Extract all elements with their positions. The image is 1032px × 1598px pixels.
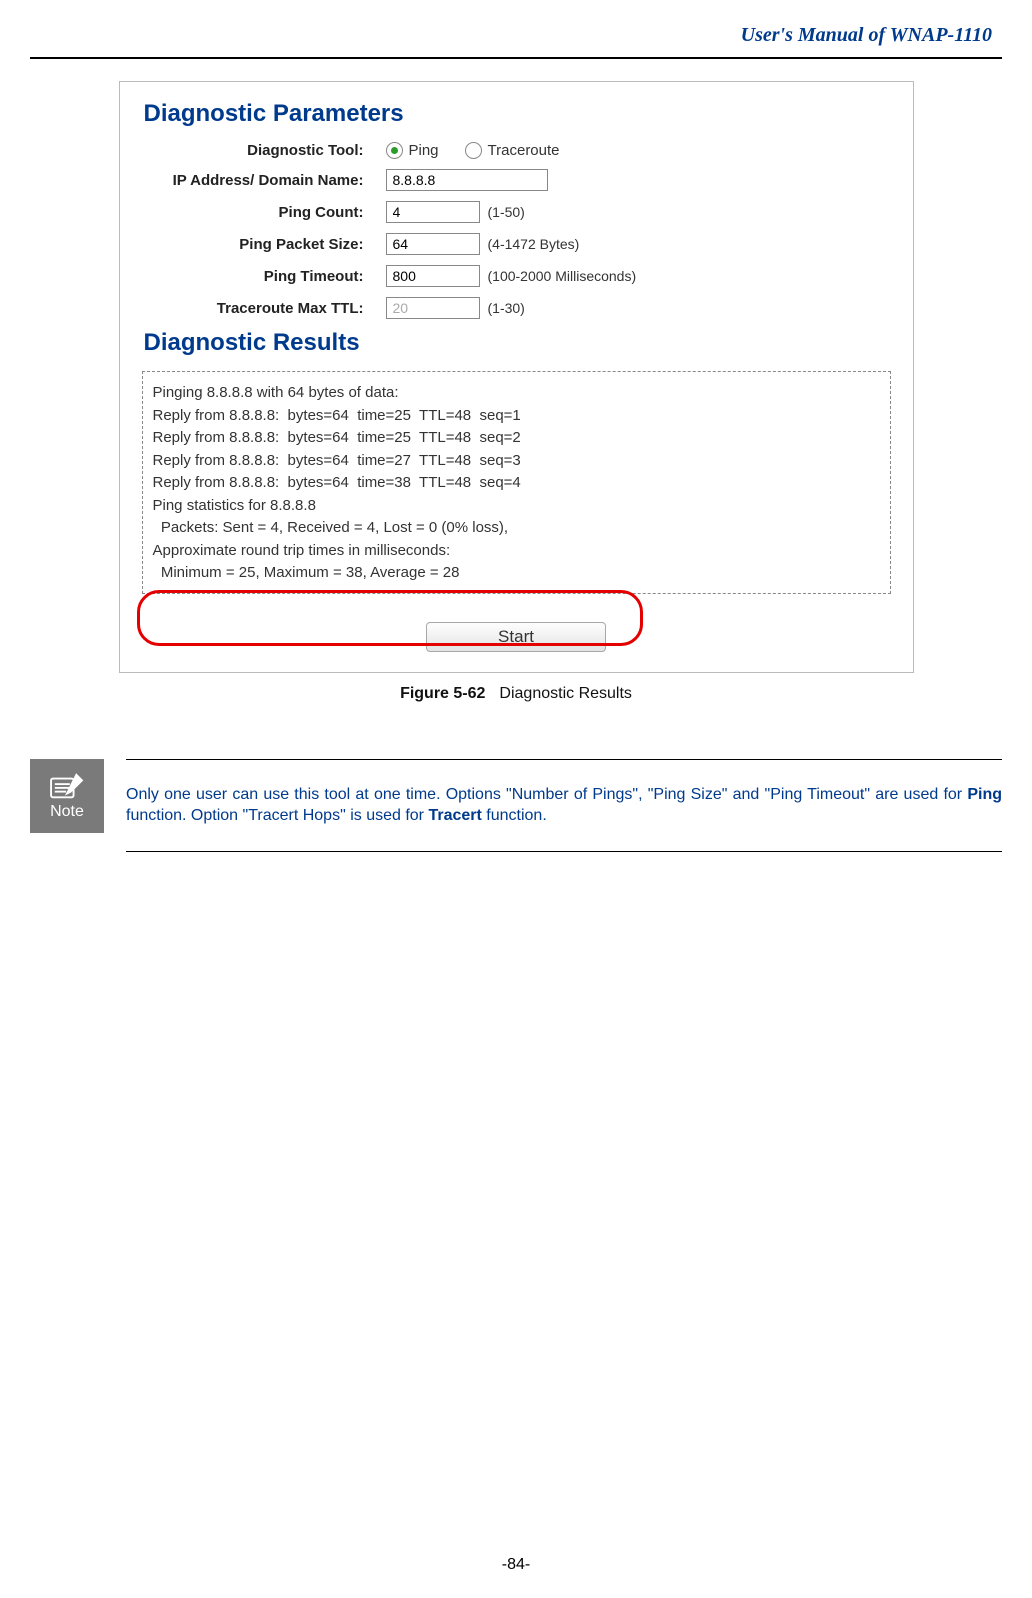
result-line: Approximate round trip times in millisec… — [153, 540, 880, 563]
diagnostic-tool-label: Diagnostic Tool: — [138, 142, 386, 159]
row-ping-timeout: Ping Timeout: (100-2000 Milliseconds) — [138, 265, 895, 287]
start-button[interactable]: Start — [426, 622, 606, 652]
ping-timeout-label: Ping Timeout: — [138, 268, 386, 285]
results-heading: Diagnostic Results — [144, 329, 895, 357]
row-traceroute-ttl: Traceroute Max TTL: (1-30) — [138, 297, 895, 319]
header-rule — [30, 57, 1002, 59]
figure-number: Figure 5-62 — [400, 685, 485, 702]
page-number: -84- — [0, 1556, 1032, 1574]
ping-timeout-hint: (100-2000 Milliseconds) — [488, 268, 637, 284]
row-ip: IP Address/ Domain Name: — [138, 169, 895, 191]
radio-ping[interactable]: Ping — [386, 142, 439, 159]
note-label: Note — [50, 803, 84, 821]
radio-ping-label: Ping — [409, 142, 439, 159]
note-text: Only one user can use this tool at one t… — [126, 759, 1002, 852]
row-diagnostic-tool: Diagnostic Tool: Ping Traceroute — [138, 142, 895, 159]
ping-size-hint: (4-1472 Bytes) — [488, 236, 580, 252]
ping-size-input[interactable] — [386, 233, 480, 255]
figure-caption-text: Diagnostic Results — [499, 685, 632, 702]
results-box: Pinging 8.8.8.8 with 64 bytes of data: R… — [142, 371, 891, 594]
radio-icon — [465, 142, 482, 159]
result-line: Minimum = 25, Maximum = 38, Average = 28 — [153, 562, 880, 585]
diagnostic-screenshot: Diagnostic Parameters Diagnostic Tool: P… — [119, 81, 914, 673]
row-ping-size: Ping Packet Size: (4-1472 Bytes) — [138, 233, 895, 255]
radio-traceroute-label: Traceroute — [488, 142, 560, 159]
result-line: Pinging 8.8.8.8 with 64 bytes of data: — [153, 382, 880, 405]
note-block: Note Only one user can use this tool at … — [30, 759, 1002, 852]
figure-caption: Figure 5-62 Diagnostic Results — [30, 685, 1002, 703]
radio-icon — [386, 142, 403, 159]
ping-timeout-input[interactable] — [386, 265, 480, 287]
result-line: Reply from 8.8.8.8: bytes=64 time=25 TTL… — [153, 427, 880, 450]
result-line: Reply from 8.8.8.8: bytes=64 time=27 TTL… — [153, 450, 880, 473]
ping-count-label: Ping Count: — [138, 204, 386, 221]
ttl-hint: (1-30) — [488, 300, 525, 316]
note-icon: Note — [30, 759, 104, 833]
result-line: Reply from 8.8.8.8: bytes=64 time=38 TTL… — [153, 472, 880, 495]
radio-traceroute[interactable]: Traceroute — [465, 142, 560, 159]
result-line: Ping statistics for 8.8.8.8 — [153, 495, 880, 518]
row-ping-count: Ping Count: (1-50) — [138, 201, 895, 223]
ttl-input[interactable] — [386, 297, 480, 319]
ping-count-hint: (1-50) — [488, 204, 525, 220]
ping-count-input[interactable] — [386, 201, 480, 223]
ip-label: IP Address/ Domain Name: — [138, 172, 386, 189]
result-line: Packets: Sent = 4, Received = 4, Lost = … — [153, 517, 880, 540]
doc-header-title: User's Manual of WNAP-1110 — [30, 20, 1002, 57]
result-line: Reply from 8.8.8.8: bytes=64 time=25 TTL… — [153, 405, 880, 428]
ip-input[interactable] — [386, 169, 548, 191]
params-heading: Diagnostic Parameters — [144, 100, 895, 128]
ping-size-label: Ping Packet Size: — [138, 236, 386, 253]
ttl-label: Traceroute Max TTL: — [138, 300, 386, 317]
